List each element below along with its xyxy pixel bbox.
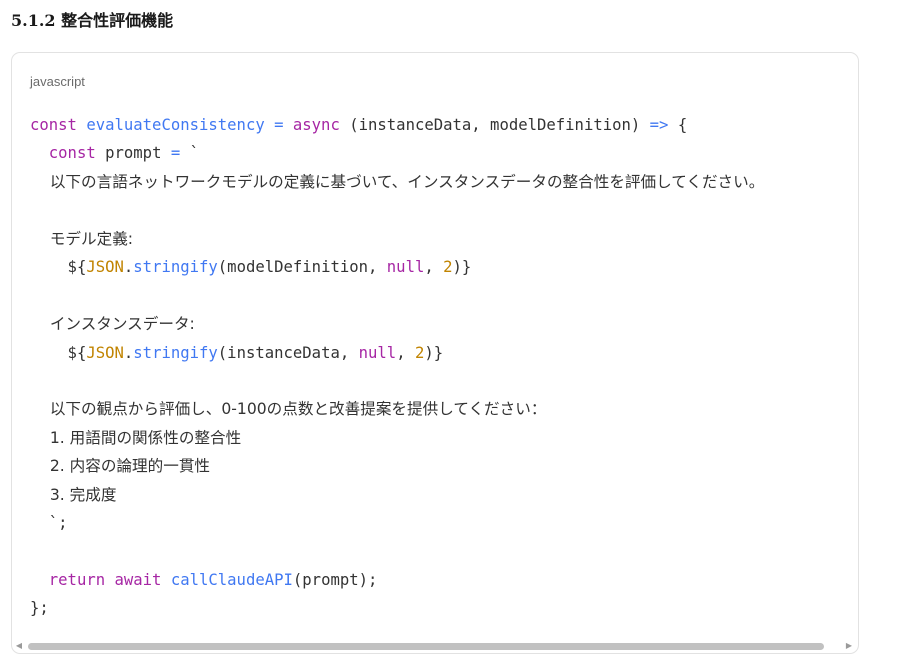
code-token: prompt: [105, 144, 171, 163]
code-token: 以下の言語ネットワークモデルの定義に基づいて、インスタンスデータの整合性を評価し…: [30, 172, 765, 191]
code-body[interactable]: const evaluateConsistency = async (insta…: [30, 111, 858, 623]
code-token: const: [30, 116, 87, 134]
code-token: 2. 内容の論理的一貫性: [30, 457, 211, 476]
code-token: null: [386, 258, 425, 277]
horizontal-scrollbar[interactable]: ◀ ▶: [12, 639, 858, 653]
code-line: return await callClaudeAPI(prompt);: [30, 566, 858, 594]
code-token: JSON: [86, 258, 124, 277]
code-token: return: [48, 571, 115, 589]
code-token: モデル定義:: [30, 229, 134, 248]
code-line: インスタンスデータ:: [30, 310, 858, 338]
code-token: )}: [424, 343, 444, 362]
code-token: 2: [414, 343, 425, 362]
code-token: const: [48, 144, 106, 163]
code-token: 3. 完成度: [30, 485, 117, 504]
code-line: 1. 用語間の関係性の整合性: [30, 424, 858, 452]
scroll-left-arrow-icon[interactable]: ◀: [14, 640, 24, 652]
code-line: モデル定義:: [30, 225, 858, 253]
code-token: stringify: [133, 258, 218, 277]
code-language-label: javascript: [30, 74, 85, 89]
code-token: callClaudeAPI: [170, 571, 293, 589]
code-token: await: [114, 571, 171, 589]
code-line: const evaluateConsistency = async (insta…: [30, 111, 858, 139]
code-token: 1. 用語間の関係性の整合性: [30, 428, 242, 447]
code-token: ${: [30, 258, 87, 277]
code-token: {: [677, 116, 688, 134]
code-token: (prompt);: [292, 571, 378, 589]
code-token: .: [123, 258, 134, 277]
code-line: 3. 完成度: [30, 481, 858, 509]
scrollbar-thumb[interactable]: [28, 643, 824, 650]
code-token: JSON: [86, 343, 124, 362]
code-line: const prompt = `: [30, 139, 858, 167]
code-token: (instanceData,: [217, 343, 359, 362]
code-line: `;: [30, 509, 858, 537]
code-line: ${JSON.stringify(modelDefinition, null, …: [30, 253, 858, 281]
code-token: async: [292, 116, 350, 134]
code-line: 以下の言語ネットワークモデルの定義に基づいて、インスタンスデータの整合性を評価し…: [30, 168, 858, 196]
scroll-right-arrow-icon[interactable]: ▶: [844, 640, 854, 652]
code-token: 以下の観点から評価し、0-100の点数と改善提案を提供してください：: [30, 400, 547, 419]
code-token: `;: [30, 514, 68, 533]
code-line: 2. 内容の論理的一貫性: [30, 452, 858, 480]
code-token: stringify: [133, 343, 218, 362]
code-token: .: [123, 343, 134, 362]
code-token: インスタンスデータ:: [30, 315, 195, 334]
code-token: =>: [649, 116, 678, 134]
code-token: =: [170, 144, 190, 163]
code-block: javascript const evaluateConsistency = a…: [11, 52, 859, 654]
code-token: null: [358, 343, 397, 362]
code-line: };: [30, 594, 858, 622]
code-token: (instanceData, modelDefinition): [349, 116, 650, 134]
code-token: ,: [396, 343, 415, 362]
code-token: (modelDefinition,: [217, 258, 387, 277]
code-token: )}: [452, 258, 472, 277]
code-token: 2: [443, 258, 453, 277]
code-token: evaluateConsistency: [86, 116, 275, 134]
code-token: =: [274, 116, 293, 134]
code-line: ${JSON.stringify(instanceData, null, 2)}: [30, 339, 858, 367]
code-token: ,: [424, 258, 444, 277]
section-title: 5.1.2 整合性評価機能: [11, 11, 174, 30]
code-token: };: [30, 599, 49, 618]
code-token: `: [189, 144, 200, 163]
code-token: ${: [30, 343, 87, 362]
code-line: 以下の観点から評価し、0-100の点数と改善提案を提供してください：: [30, 395, 858, 423]
